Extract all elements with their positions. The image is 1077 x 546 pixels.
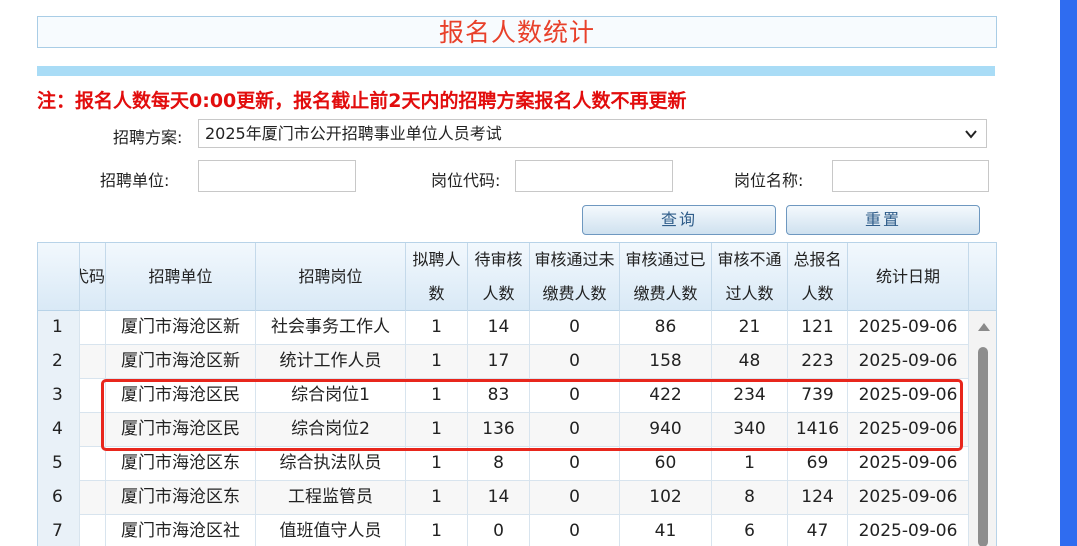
scroll-up-arrow-icon[interactable] [978,323,990,331]
cell-post: 综合执法队员 [256,447,406,481]
cell-no: 1 [38,311,80,345]
cell-unpaid: 0 [530,481,620,515]
scroll-thumb[interactable] [978,347,988,546]
cell-no: 6 [38,481,80,515]
header-unit: 招聘单位 [106,243,256,311]
header-total: 总报名人数 [788,243,848,311]
cell-rejected: 1 [712,447,788,481]
table-row[interactable]: 5 厦门市海沧区东 综合执法队员 1 8 0 60 1 69 2025-09-06 [38,447,978,481]
cell-rejected: 48 [712,345,788,379]
chevron-down-icon [965,130,977,139]
cell-plan: 1 [406,515,468,546]
cell-paid: 158 [620,345,712,379]
cell-pending: 17 [468,345,530,379]
cell-pending: 14 [468,311,530,345]
cell-pending: 0 [468,515,530,546]
page-title-bar: 报名人数统计 [37,16,997,48]
header-row-number [38,243,80,311]
cell-unpaid: 0 [530,345,620,379]
cell-date: 2025-09-06 [848,481,969,515]
table-row[interactable]: 7 厦门市海沧区社 值班值守人员 1 0 0 41 6 47 2025-09-06 [38,515,978,546]
header-date: 统计日期 [848,243,969,311]
unit-label: 招聘单位: [100,171,170,190]
cell-unpaid: 0 [530,311,620,345]
table-row[interactable]: 6 厦门市海沧区东 工程监管员 1 14 0 102 8 124 2025-09-06 [38,481,978,515]
query-button[interactable]: 查询 [582,205,776,235]
header-pending: 待审核人数 [468,243,530,311]
cell-paid: 60 [620,447,712,481]
cell-total: 121 [788,311,848,345]
cell-plan: 1 [406,481,468,515]
cell-code [80,345,106,379]
cell-code [80,311,106,345]
vertical-scrollbar[interactable] [969,311,996,546]
table-row[interactable]: 2 厦门市海沧区新 统计工作人员 1 17 0 158 48 223 2025-09-06 [38,345,978,379]
cell-paid: 102 [620,481,712,515]
cell-unpaid: 0 [530,447,620,481]
plan-select[interactable]: 2025年厦门市公开招聘事业单位人员考试 [198,119,987,148]
cell-pending: 14 [468,481,530,515]
cell-post: 值班值守人员 [256,515,406,546]
header-unpaid: 审核通过未缴费人数 [530,243,620,311]
cell-rejected: 8 [712,481,788,515]
plan-select-value: 2025年厦门市公开招聘事业单位人员考试 [205,124,502,143]
cell-code [80,481,106,515]
header-code: 弋码 [80,243,106,311]
header-paid: 审核通过已缴费人数 [620,243,712,311]
cell-no: 4 [38,413,80,447]
code-input[interactable] [515,160,673,192]
cell-date: 2025-09-06 [848,447,969,481]
code-label: 岗位代码: [431,171,501,190]
cell-plan: 1 [406,447,468,481]
cell-unit: 厦门市海沧区新 [106,345,256,379]
cell-total: 47 [788,515,848,546]
name-input[interactable] [832,160,989,192]
unit-input[interactable] [198,160,356,192]
cell-rejected: 6 [712,515,788,546]
cell-no: 2 [38,345,80,379]
highlight-box [101,379,963,451]
cell-unit: 厦门市海沧区新 [106,311,256,345]
cell-unit: 厦门市海沧区东 [106,447,256,481]
table-row[interactable]: 1 厦门市海沧区新 社会事务工作人 1 14 0 86 21 121 2025-09-06 [38,311,978,345]
cell-total: 69 [788,447,848,481]
update-notice: 注：报名人数每天0:00更新，报名截止前2天内的招聘方案报名人数不再更新 [37,90,687,112]
cell-total: 124 [788,481,848,515]
name-label: 岗位名称: [734,171,804,190]
cell-plan: 1 [406,311,468,345]
cell-no: 7 [38,515,80,546]
cell-date: 2025-09-06 [848,311,969,345]
cell-post: 社会事务工作人 [256,311,406,345]
cell-date: 2025-09-06 [848,345,969,379]
cell-date: 2025-09-06 [848,515,969,546]
window-edge [1060,0,1077,546]
header-plan: 拟聘人数 [406,243,468,311]
cell-post: 工程监管员 [256,481,406,515]
cell-plan: 1 [406,345,468,379]
cell-unit: 厦门市海沧区东 [106,481,256,515]
reset-button[interactable]: 重置 [786,205,980,235]
cell-total: 223 [788,345,848,379]
divider-strip [37,66,995,76]
cell-no: 3 [38,379,80,413]
header-rejected: 审核不通过人数 [712,243,788,311]
plan-label: 招聘方案: [113,128,183,147]
cell-unpaid: 0 [530,515,620,546]
cell-post: 统计工作人员 [256,345,406,379]
table-header: 弋码 招聘单位 招聘岗位 拟聘人数 待审核人数 审核通过未缴费人数 审核通过已缴… [38,243,996,311]
cell-code [80,447,106,481]
cell-unit: 厦门市海沧区社 [106,515,256,546]
cell-no: 5 [38,447,80,481]
cell-code [80,515,106,546]
cell-rejected: 21 [712,311,788,345]
cell-paid: 86 [620,311,712,345]
header-post: 招聘岗位 [256,243,406,311]
cell-pending: 8 [468,447,530,481]
page-title: 报名人数统计 [438,18,595,47]
cell-paid: 41 [620,515,712,546]
